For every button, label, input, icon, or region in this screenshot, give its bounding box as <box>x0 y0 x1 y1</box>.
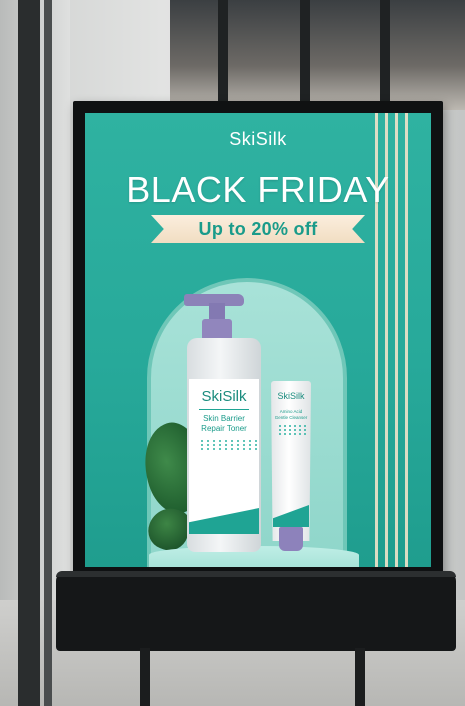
bottle-product-name: Skin Barrier Repair Toner <box>189 414 259 434</box>
headline: BLACK FRIDAY <box>126 169 390 210</box>
label-dot <box>289 425 291 427</box>
label-dot <box>304 425 306 427</box>
stand-leg <box>140 648 150 706</box>
background-post <box>44 0 52 706</box>
tube-brand: SkiSilk <box>277 391 305 401</box>
label-dot <box>225 448 227 450</box>
label-dot <box>237 440 239 442</box>
label-dot <box>299 425 301 427</box>
background-window <box>170 0 465 110</box>
brand-logo: SkiSilk <box>229 129 287 149</box>
offer-text: Up to 20% off <box>198 219 318 239</box>
label-dot <box>207 448 209 450</box>
window-mullion <box>300 0 310 110</box>
label-dot <box>249 448 251 450</box>
label-dot <box>219 440 221 442</box>
tube-cap <box>279 527 303 551</box>
label-dot <box>237 444 239 446</box>
label-dot <box>243 440 245 442</box>
label-dot <box>304 433 306 435</box>
label-dot <box>299 433 301 435</box>
label-dot <box>231 444 233 446</box>
label-dot <box>289 433 291 435</box>
label-dot <box>237 448 239 450</box>
label-dot <box>231 440 233 442</box>
window-mullion <box>218 0 228 110</box>
label-dot <box>213 444 215 446</box>
window-mullion <box>380 0 390 110</box>
label-dot <box>213 440 215 442</box>
label-dot <box>289 429 291 431</box>
label-dot <box>284 433 286 435</box>
stand-base-top <box>56 571 456 577</box>
label-dot <box>284 425 286 427</box>
tube-product-name: Amino Acid Gentle Cleanser <box>271 409 311 421</box>
label-dot <box>207 440 209 442</box>
label-dot <box>279 433 281 435</box>
label-dot <box>294 429 296 431</box>
label-dot <box>294 433 296 435</box>
label-dot <box>243 448 245 450</box>
label-dot <box>201 444 203 446</box>
background-post <box>18 0 40 706</box>
stand-base <box>56 571 456 651</box>
label-dot <box>243 444 245 446</box>
tube-name-line: Gentle Cleanser <box>274 415 308 420</box>
label-dot <box>219 444 221 446</box>
bottle-name-line: Repair Toner <box>201 424 247 433</box>
label-dot <box>279 425 281 427</box>
label-dot <box>249 440 251 442</box>
label-dot <box>279 429 281 431</box>
label-dot <box>294 425 296 427</box>
bottle-brand: SkiSilk <box>201 388 247 405</box>
label-dot <box>284 429 286 431</box>
bottle-divider <box>199 409 249 410</box>
bottle-name-line: Skin Barrier <box>203 414 245 423</box>
label-dot <box>225 440 227 442</box>
offer-ribbon: Up to 20% off <box>151 215 365 243</box>
label-dot <box>213 448 215 450</box>
label-dot <box>255 448 257 450</box>
label-dot <box>207 444 209 446</box>
label-dot <box>225 444 227 446</box>
label-dot <box>219 448 221 450</box>
label-dot <box>304 429 306 431</box>
label-dot <box>249 444 251 446</box>
label-dot <box>201 448 203 450</box>
label-dot <box>231 448 233 450</box>
label-dot <box>255 440 257 442</box>
label-dot <box>299 429 301 431</box>
label-dot <box>255 444 257 446</box>
bottle-dot-pattern <box>201 440 259 450</box>
poster: SkiSilk BLACK FRIDAY Up to 20% off SkiSi… <box>85 113 431 567</box>
tube-dot-pattern <box>279 425 307 435</box>
label-dot <box>201 440 203 442</box>
stand-leg <box>355 648 365 706</box>
